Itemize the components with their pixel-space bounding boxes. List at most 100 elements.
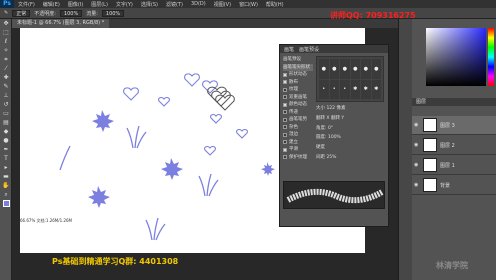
checkbox[interactable] [283, 140, 287, 145]
brush-setting-item[interactable]: 双重画笔 [283, 94, 313, 102]
brush-setting-item[interactable]: 建立 [283, 139, 313, 147]
shape-tool-icon[interactable]: ▬ [0, 172, 12, 181]
checkbox[interactable] [283, 132, 287, 137]
brush-setting-item[interactable]: 颜色动态 [283, 101, 313, 109]
brush-tool-icon[interactable]: ✎ [0, 82, 12, 91]
layer-row[interactable]: ◉ 图层 3 [412, 116, 496, 135]
tab-brush-presets[interactable]: 画笔预设 [299, 46, 319, 53]
spacing-value[interactable]: 25% [326, 155, 336, 160]
tab-brush[interactable]: 画笔 [284, 46, 294, 53]
visibility-icon[interactable]: ◉ [414, 182, 420, 188]
menu-help[interactable]: 帮助(H) [262, 1, 288, 8]
document-tab[interactable]: 未标题-1 @ 66.7% (图层 3, RGB/8) * [12, 19, 110, 28]
brush-tip[interactable]: ● [361, 59, 371, 79]
brush-tip[interactable]: ✱ [361, 79, 371, 99]
checkbox[interactable] [283, 102, 287, 107]
brush-setting-item[interactable]: 画笔笔尖形状 [283, 63, 313, 71]
brush-tip[interactable]: ● [340, 59, 350, 79]
visibility-icon[interactable]: ◉ [414, 122, 420, 128]
pen-tool-icon[interactable]: ✒ [0, 145, 12, 154]
menu-image[interactable]: 图像(I) [64, 1, 87, 8]
checkbox[interactable] [283, 125, 287, 130]
menu-filter[interactable]: 滤镜(T) [162, 1, 187, 8]
checkbox[interactable] [283, 95, 287, 100]
foreground-color-swatch[interactable] [0, 199, 12, 208]
brush-tool-icon[interactable]: ✎ [4, 10, 8, 16]
brush-setting-item[interactable]: 平滑 [283, 146, 313, 154]
brush-setting-item[interactable]: 画笔预设 [283, 56, 313, 64]
brush-setting-item[interactable]: 纹理 [283, 86, 313, 94]
marquee-tool-icon[interactable]: ⬚ [0, 28, 12, 37]
zoom-tool-icon[interactable]: ⌕ [0, 190, 12, 199]
checkbox[interactable] [283, 155, 287, 160]
brush-tip[interactable]: ● [350, 59, 360, 79]
checkbox[interactable] [283, 110, 287, 115]
brush-tip[interactable]: • [319, 79, 329, 99]
layer-thumbnail [423, 138, 437, 152]
brush-setting-item[interactable]: 保护纹理 [283, 154, 313, 162]
checkbox[interactable] [283, 87, 287, 92]
menu-layer[interactable]: 图层(L) [87, 1, 112, 8]
history-brush-icon[interactable]: ↺ [0, 100, 12, 109]
menu-edit[interactable]: 编辑(E) [39, 1, 64, 8]
lasso-tool-icon[interactable]: ℓ [0, 37, 12, 46]
spacing-row: 间距 25% [316, 154, 336, 160]
move-tool-icon[interactable]: ✥ [0, 19, 12, 28]
brush-tip[interactable]: • [329, 79, 339, 99]
stamp-tool-icon[interactable]: ⊥ [0, 91, 12, 100]
quick-select-tool-icon[interactable]: ✧ [0, 46, 12, 55]
visibility-icon[interactable]: ◉ [414, 142, 420, 148]
layer-name: 图层 2 [440, 142, 455, 149]
checkbox[interactable] [283, 72, 287, 77]
layer-row[interactable]: ◉ 图层 2 [412, 136, 496, 155]
gradient-tool-icon[interactable]: ▤ [0, 118, 12, 127]
type-tool-icon[interactable]: T [0, 154, 12, 163]
hue-slider[interactable] [488, 28, 494, 86]
brush-tip[interactable]: ● [329, 59, 339, 79]
mode-select[interactable]: 正常 [12, 9, 31, 17]
roundness-row: 圆度: 100% [316, 134, 341, 140]
checkbox[interactable] [283, 80, 287, 85]
healing-tool-icon[interactable]: ✚ [0, 73, 12, 82]
brush-tip[interactable]: • [340, 79, 350, 99]
roundness-value[interactable]: 100% [328, 135, 341, 140]
flip-x-checkbox[interactable]: 翻转 X [316, 116, 330, 121]
size-value[interactable]: 122 像素 [326, 106, 345, 111]
checkbox[interactable] [283, 117, 287, 122]
crop-tool-icon[interactable]: ⌗ [0, 55, 12, 64]
menu-3d[interactable]: 3D(D) [187, 1, 210, 7]
brush-tip[interactable]: ✱ [371, 79, 381, 99]
eraser-tool-icon[interactable]: ▭ [0, 109, 12, 118]
flow-field[interactable]: 100% [101, 9, 125, 17]
menu-view[interactable]: 视图(V) [210, 1, 235, 8]
angle-value[interactable]: 0° [328, 126, 333, 131]
dodge-tool-icon[interactable]: ● [0, 136, 12, 145]
hand-tool-icon[interactable]: ✋ [0, 181, 12, 190]
color-picker-field[interactable] [426, 28, 486, 86]
brush-setting-item[interactable]: 湿边 [283, 131, 313, 139]
visibility-icon[interactable]: ◉ [414, 162, 420, 168]
eyedropper-tool-icon[interactable]: ⁄ [0, 64, 12, 73]
brush-setting-item[interactable]: 画笔笔势 [283, 116, 313, 124]
brush-tip[interactable]: ● [371, 59, 381, 79]
heart-icon [158, 96, 170, 107]
path-select-tool-icon[interactable]: ▸ [0, 163, 12, 172]
flip-y-checkbox[interactable]: 翻转 Y [331, 116, 344, 121]
blur-tool-icon[interactable]: ◆ [0, 127, 12, 136]
layer-row[interactable]: ◉ 背景 [412, 176, 496, 195]
brush-setting-item[interactable]: 传递 [283, 109, 313, 117]
opacity-field[interactable]: 100% [59, 9, 83, 17]
layer-row[interactable]: ◉ 图层 1 [412, 156, 496, 175]
menu-type[interactable]: 文字(Y) [112, 1, 137, 8]
zoom-readout[interactable]: 66.67% [20, 218, 35, 223]
menu-window[interactable]: 窗口(W) [235, 1, 262, 8]
menu-file[interactable]: 文件(F) [14, 1, 39, 8]
menu-select[interactable]: 选择(S) [137, 1, 162, 8]
brush-tip[interactable]: ● [319, 59, 329, 79]
brush-setting-item[interactable]: 形状动态 [283, 71, 313, 79]
size-row: 大小 122 像素 [316, 105, 345, 111]
checkbox[interactable] [283, 147, 287, 152]
brush-setting-item[interactable]: 杂色 [283, 124, 313, 132]
brush-tip[interactable]: ✱ [350, 79, 360, 99]
brush-setting-item[interactable]: 散布 [283, 79, 313, 87]
